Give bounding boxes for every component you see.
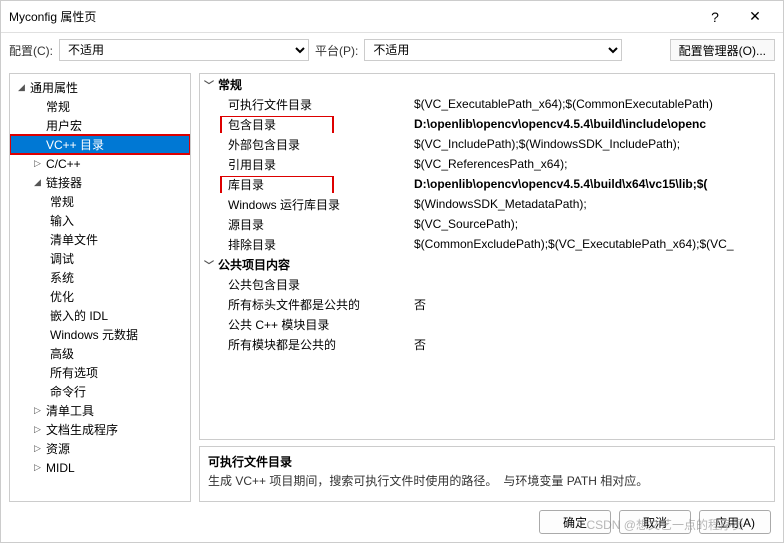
property-label: 所有模块都是公共的 <box>200 336 410 353</box>
collapse-icon[interactable]: ﹀ <box>200 77 218 92</box>
window-title: Myconfig 属性页 <box>9 8 695 25</box>
description-panel: 可执行文件目录 生成 VC++ 项目期间，搜索可执行文件时使用的路径。 与环境变… <box>199 446 775 502</box>
property-row[interactable]: 包含目录D:\openlib\opencv\opencv4.5.4\build\… <box>200 114 774 134</box>
chevron-right-icon: ▷ <box>34 443 46 454</box>
description-title: 可执行文件目录 <box>208 453 766 470</box>
tree-ccpp[interactable]: ▷C/C++ <box>10 154 190 173</box>
property-row[interactable]: 可执行文件目录$(VC_ExecutablePath_x64);$(Common… <box>200 94 774 114</box>
property-grid[interactable]: ﹀常规 可执行文件目录$(VC_ExecutablePath_x64);$(Co… <box>199 73 775 440</box>
tree-general[interactable]: 常规 <box>10 97 190 116</box>
property-row[interactable]: 公共 C++ 模块目录 <box>200 314 774 334</box>
property-row[interactable]: 外部包含目录$(VC_IncludePath);$(WindowsSDK_Inc… <box>200 134 774 154</box>
property-row[interactable]: 公共包含目录 <box>200 274 774 294</box>
property-value[interactable]: D:\openlib\opencv\opencv4.5.4\build\incl… <box>410 117 774 131</box>
property-value[interactable]: $(VC_ReferencesPath_x64); <box>410 157 774 171</box>
chevron-right-icon: ▷ <box>34 158 46 169</box>
property-row[interactable]: 库目录D:\openlib\opencv\opencv4.5.4\build\x… <box>200 174 774 194</box>
property-value[interactable]: $(WindowsSDK_MetadataPath); <box>410 197 774 211</box>
tree-root[interactable]: ◢通用属性 <box>10 78 190 97</box>
tree-docgen[interactable]: ▷文档生成程序 <box>10 420 190 439</box>
tree-linker-all[interactable]: 所有选项 <box>10 363 190 382</box>
property-label: 引用目录 <box>200 156 410 173</box>
property-tree[interactable]: ◢通用属性 常规 用户宏 VC++ 目录 ▷C/C++ ◢链接器 常规 输入 清… <box>9 73 191 502</box>
property-label: 排除目录 <box>200 236 410 253</box>
tree-linker[interactable]: ◢链接器 <box>10 173 190 192</box>
property-label: 源目录 <box>200 216 410 233</box>
tree-linker-manifest[interactable]: 清单文件 <box>10 230 190 249</box>
help-button[interactable]: ? <box>695 3 735 31</box>
description-body: 生成 VC++ 项目期间，搜索可执行文件时使用的路径。 与环境变量 PATH 相… <box>208 472 766 489</box>
tree-midl[interactable]: ▷MIDL <box>10 458 190 477</box>
group-general[interactable]: ﹀常规 <box>200 74 774 94</box>
tree-linker-opt[interactable]: 优化 <box>10 287 190 306</box>
tree-linker-debug[interactable]: 调试 <box>10 249 190 268</box>
config-select[interactable]: 不适用 <box>59 39 309 61</box>
property-row[interactable]: 排除目录$(CommonExcludePath);$(VC_Executable… <box>200 234 774 254</box>
collapse-icon[interactable]: ﹀ <box>200 257 218 272</box>
chevron-right-icon: ▷ <box>34 462 46 473</box>
chevron-right-icon: ▷ <box>34 424 46 435</box>
property-row[interactable]: 引用目录$(VC_ReferencesPath_x64); <box>200 154 774 174</box>
property-value[interactable]: 否 <box>410 296 774 313</box>
config-label: 配置(C): <box>9 42 53 59</box>
property-label: 公共包含目录 <box>200 276 410 293</box>
tree-manifest-tool[interactable]: ▷清单工具 <box>10 401 190 420</box>
tree-usermacros[interactable]: 用户宏 <box>10 116 190 135</box>
config-manager-button[interactable]: 配置管理器(O)... <box>670 39 775 61</box>
property-value[interactable]: $(VC_SourcePath); <box>410 217 774 231</box>
tree-linker-idl[interactable]: 嵌入的 IDL <box>10 306 190 325</box>
tree-linker-general[interactable]: 常规 <box>10 192 190 211</box>
chevron-right-icon: ▷ <box>34 405 46 416</box>
property-value[interactable]: $(CommonExcludePath);$(VC_ExecutablePath… <box>410 237 774 251</box>
property-row[interactable]: 所有标头文件都是公共的否 <box>200 294 774 314</box>
property-value[interactable]: 否 <box>410 336 774 353</box>
platform-label: 平台(P): <box>315 42 358 59</box>
ok-button[interactable]: 确定 <box>539 510 611 534</box>
tree-resources[interactable]: ▷资源 <box>10 439 190 458</box>
property-label: 所有标头文件都是公共的 <box>200 296 410 313</box>
tree-linker-adv[interactable]: 高级 <box>10 344 190 363</box>
property-label: Windows 运行库目录 <box>200 196 410 213</box>
property-label: 库目录 <box>200 176 410 193</box>
close-button[interactable]: ✕ <box>735 3 775 31</box>
property-label: 公共 C++ 模块目录 <box>200 316 410 333</box>
property-row[interactable]: 所有模块都是公共的否 <box>200 334 774 354</box>
tree-linker-winmd[interactable]: Windows 元数据 <box>10 325 190 344</box>
cancel-button[interactable]: 取消 <box>619 510 691 534</box>
property-row[interactable]: Windows 运行库目录$(WindowsSDK_MetadataPath); <box>200 194 774 214</box>
property-value[interactable]: D:\openlib\opencv\opencv4.5.4\build\x64\… <box>410 177 774 191</box>
tree-linker-system[interactable]: 系统 <box>10 268 190 287</box>
property-label: 可执行文件目录 <box>200 96 410 113</box>
group-public[interactable]: ﹀公共项目内容 <box>200 254 774 274</box>
apply-button[interactable]: 应用(A) <box>699 510 771 534</box>
tree-vcpp-dirs[interactable]: VC++ 目录 <box>10 135 190 154</box>
property-value[interactable]: $(VC_IncludePath);$(WindowsSDK_IncludePa… <box>410 137 774 151</box>
property-label: 包含目录 <box>200 116 410 133</box>
property-value[interactable]: $(VC_ExecutablePath_x64);$(CommonExecuta… <box>410 97 774 111</box>
chevron-down-icon: ◢ <box>18 82 30 93</box>
property-row[interactable]: 源目录$(VC_SourcePath); <box>200 214 774 234</box>
tree-linker-cmd[interactable]: 命令行 <box>10 382 190 401</box>
chevron-down-icon: ◢ <box>34 177 46 188</box>
tree-linker-input[interactable]: 输入 <box>10 211 190 230</box>
property-label: 外部包含目录 <box>200 136 410 153</box>
platform-select[interactable]: 不适用 <box>364 39 622 61</box>
